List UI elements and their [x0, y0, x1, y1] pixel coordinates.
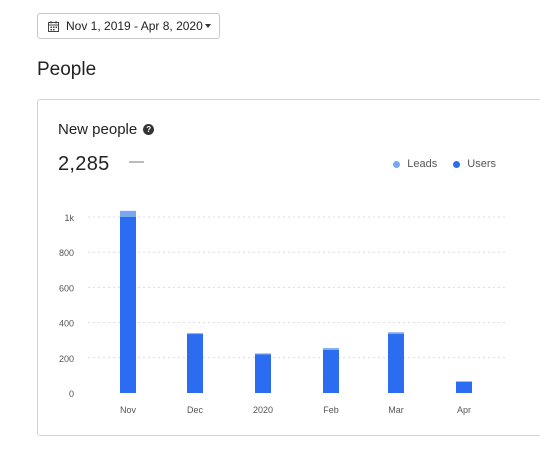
x-tick-label: Nov — [120, 405, 137, 415]
bar-leads — [255, 353, 271, 355]
legend-item-users[interactable]: Users — [453, 158, 496, 170]
x-tick-label: Apr — [457, 405, 471, 415]
date-range-label: Nov 1, 2019 - Apr 8, 2020 — [66, 19, 203, 33]
legend-leads-dot-icon — [393, 160, 401, 168]
total-delta: — — [129, 153, 144, 170]
card-title-label: New people — [58, 121, 138, 138]
y-tick-label: 200 — [59, 354, 74, 364]
bar-users — [255, 354, 271, 393]
calendar-icon — [48, 20, 59, 32]
bar-leads — [187, 333, 203, 335]
total-count: 2,285 — [58, 153, 110, 175]
bar-users — [187, 334, 203, 393]
x-tick-label: Feb — [323, 405, 339, 415]
bar-leads — [388, 332, 404, 335]
bar-users — [120, 217, 136, 393]
bar-leads — [120, 210, 136, 217]
y-tick-label: 0 — [69, 389, 74, 399]
bar-users — [388, 334, 404, 393]
new-people-chart: 0 200 400 600 800 1k Nov Dec 2020 Feb Mar Apr — [59, 210, 508, 415]
legend-users-label: Users — [467, 158, 496, 170]
legend-users-dot-icon — [453, 160, 461, 168]
x-tick-label: Dec — [187, 405, 204, 415]
legend-item-leads[interactable]: Leads — [393, 158, 437, 170]
chevron-down-icon — [205, 24, 211, 28]
new-people-card: New people ? 2,285 — Leads Users 0 200 400… — [37, 99, 540, 436]
help-icon[interactable]: ? — [143, 124, 155, 135]
x-tick-label: Mar — [388, 405, 404, 415]
y-tick-label: 800 — [59, 248, 74, 258]
bar-users — [456, 381, 472, 393]
bar-leads — [323, 348, 339, 350]
bar-users — [323, 349, 339, 393]
x-tick-label: 2020 — [253, 405, 273, 415]
chart-legend: Leads Users — [393, 158, 496, 170]
y-tick-label: 600 — [59, 283, 74, 293]
y-tick-label: 1k — [64, 213, 74, 223]
page-title: People — [37, 59, 97, 80]
card-title: New people ? — [58, 121, 155, 138]
legend-leads-label: Leads — [407, 158, 438, 170]
y-tick-label: 400 — [59, 319, 74, 329]
date-range-picker[interactable]: Nov 1, 2019 - Apr 8, 2020 — [37, 13, 220, 39]
